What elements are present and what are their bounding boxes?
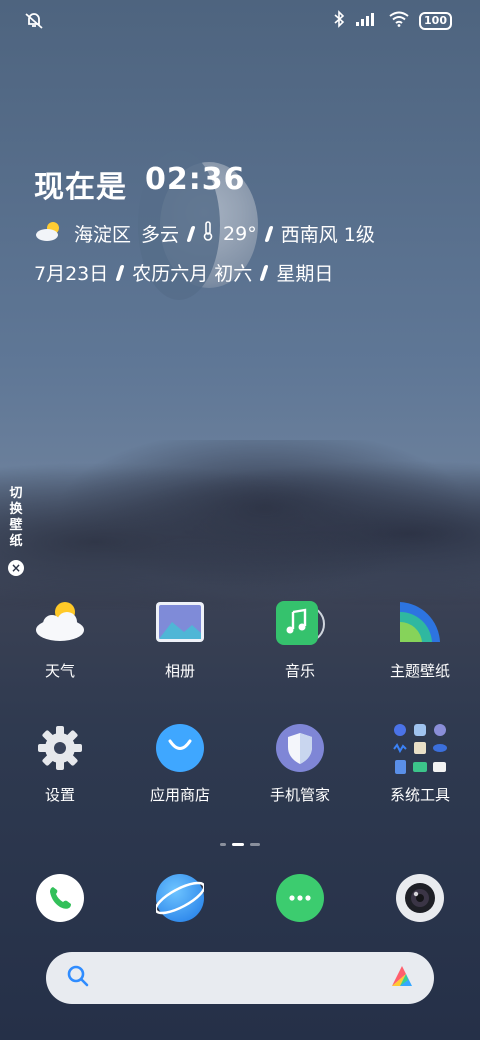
gallery-icon [154, 598, 206, 650]
lunar-date: 农历六月 初六 [132, 263, 253, 285]
wifi-icon [389, 11, 409, 31]
separator [115, 264, 125, 281]
status-bar: 100 [0, 8, 480, 34]
app-store[interactable]: 应用商店 [120, 722, 240, 805]
app-label: 设置 [44, 786, 75, 804]
browser-icon[interactable] [156, 874, 204, 922]
page-dot-active [232, 843, 244, 846]
camera-icon[interactable] [396, 874, 444, 922]
assistant-icon[interactable] [388, 962, 416, 994]
wallpaper-clouds [0, 440, 480, 610]
app-label: 系统工具 [389, 786, 450, 804]
security-icon [274, 722, 326, 774]
app-tools-folder[interactable]: 系统工具 [360, 722, 480, 805]
page-indicator[interactable] [220, 843, 260, 846]
app-label: 音乐 [284, 662, 315, 680]
tools-folder-icon [393, 722, 447, 774]
switch-wallpaper-char: 切 [9, 486, 23, 501]
app-label: 主题壁纸 [389, 662, 450, 680]
settings-icon [34, 722, 86, 774]
switch-wallpaper-char: 纸 [9, 534, 23, 549]
close-icon[interactable]: × [8, 560, 24, 576]
app-gallery[interactable]: 相册 [120, 598, 240, 681]
weekday: 星期日 [276, 263, 334, 285]
messages-icon[interactable] [276, 874, 324, 922]
bluetooth-icon [333, 10, 345, 32]
switch-wallpaper-char: 换 [9, 502, 23, 517]
weather-icon [34, 598, 86, 650]
app-row-2: 设置 应用商店 手机管家 系统工具 [0, 722, 480, 805]
app-settings[interactable]: 设置 [0, 722, 120, 805]
search-bar[interactable] [46, 952, 434, 1004]
weather-district: 海淀区 [74, 224, 132, 246]
separator [186, 225, 196, 242]
search-icon [66, 964, 90, 992]
app-label: 应用商店 [149, 786, 210, 804]
date: 7月23日 [34, 263, 109, 285]
app-music[interactable]: 音乐 [240, 598, 360, 681]
app-security[interactable]: 手机管家 [240, 722, 360, 805]
app-label: 天气 [44, 662, 75, 680]
separator [259, 264, 269, 281]
app-label: 相册 [164, 662, 195, 680]
clock-time: 02:36 [145, 162, 246, 197]
app-label: 手机管家 [269, 786, 330, 804]
thermometer-icon [203, 221, 213, 246]
weather-condition: 多云 [141, 224, 180, 246]
app-store-icon [154, 722, 206, 774]
temperature: 29° [223, 222, 257, 245]
music-icon [274, 598, 326, 650]
page-dot [250, 843, 260, 846]
partly-cloudy-icon [34, 220, 64, 247]
app-themes[interactable]: 主题壁纸 [360, 598, 480, 681]
battery-indicator: 100 [419, 12, 452, 30]
page-dot [220, 843, 226, 846]
dock [0, 874, 480, 922]
switch-wallpaper-tab[interactable]: 切 换 壁 纸 × [6, 486, 26, 576]
app-weather[interactable]: 天气 [0, 598, 120, 681]
themes-icon [394, 598, 446, 650]
phone-icon[interactable] [36, 874, 84, 922]
separator [264, 225, 274, 242]
clock-weather-widget[interactable]: 现在是 02:36 海淀区 多云 29° 西南风 1级 7月23日 农历六月 初… [34, 162, 375, 286]
now-label: 现在是 [34, 170, 127, 205]
wind: 西南风 1级 [280, 224, 375, 246]
switch-wallpaper-char: 壁 [9, 518, 23, 533]
signal-icon [355, 11, 379, 31]
app-row-1: 天气 相册 音乐 主题壁纸 [0, 598, 480, 681]
alarm-off-icon [24, 10, 44, 34]
